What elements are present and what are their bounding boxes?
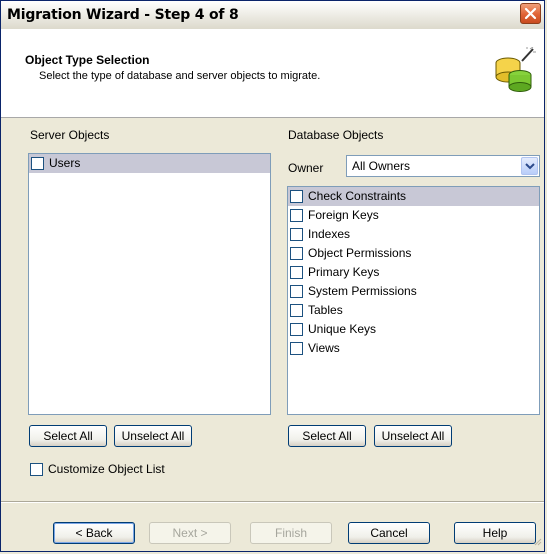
list-item-indexes[interactable]: Indexes bbox=[288, 225, 539, 244]
list-item-object-permissions[interactable]: Object Permissions bbox=[288, 244, 539, 263]
indexes-checkbox[interactable] bbox=[290, 228, 303, 241]
footer-divider bbox=[1, 501, 544, 503]
list-item-label: Object Permissions bbox=[308, 246, 412, 260]
database-objects-label: Database Objects bbox=[288, 128, 384, 142]
list-item-label: Primary Keys bbox=[308, 265, 380, 279]
unique-keys-checkbox[interactable] bbox=[290, 323, 303, 336]
server-select-all-button[interactable]: Select All bbox=[29, 425, 107, 447]
back-button[interactable]: < Back bbox=[53, 522, 135, 544]
database-unselect-all-button[interactable]: Unselect All bbox=[374, 425, 452, 447]
list-item-label: Check Constraints bbox=[308, 189, 407, 203]
header-title: Object Type Selection bbox=[25, 53, 150, 67]
customize-object-list-label[interactable]: Customize Object List bbox=[48, 462, 165, 476]
primary-keys-checkbox[interactable] bbox=[290, 266, 303, 279]
window-title: Migration Wizard - Step 4 of 8 bbox=[7, 7, 239, 23]
owner-select-value: All Owners bbox=[352, 159, 411, 173]
list-item-label: Tables bbox=[308, 303, 343, 317]
database-objects-list[interactable]: Check Constraints Foreign Keys Indexes O… bbox=[287, 186, 540, 415]
system-permissions-checkbox[interactable] bbox=[290, 285, 303, 298]
list-item-system-permissions[interactable]: System Permissions bbox=[288, 282, 539, 301]
owner-label: Owner bbox=[288, 161, 324, 175]
database-wand-icon bbox=[492, 46, 536, 96]
database-select-all-button[interactable]: Select All bbox=[288, 425, 366, 447]
check-constraints-checkbox[interactable] bbox=[290, 190, 303, 203]
list-item-check-constraints[interactable]: Check Constraints bbox=[288, 187, 539, 206]
finish-button[interactable]: Finish bbox=[250, 522, 332, 544]
list-item-primary-keys[interactable]: Primary Keys bbox=[288, 263, 539, 282]
list-item-tables[interactable]: Tables bbox=[288, 301, 539, 320]
list-item-views[interactable]: Views bbox=[288, 339, 539, 358]
customize-object-list-checkbox[interactable] bbox=[30, 463, 43, 476]
close-button[interactable] bbox=[520, 3, 541, 24]
server-unselect-all-button[interactable]: Unselect All bbox=[114, 425, 192, 447]
list-item-foreign-keys[interactable]: Foreign Keys bbox=[288, 206, 539, 225]
owner-select[interactable]: All Owners bbox=[346, 155, 540, 177]
foreign-keys-checkbox[interactable] bbox=[290, 209, 303, 222]
server-objects-list[interactable]: Users bbox=[28, 153, 271, 415]
list-item-unique-keys[interactable]: Unique Keys bbox=[288, 320, 539, 339]
migration-wizard-window: Migration Wizard - Step 4 of 8 Object Ty… bbox=[0, 0, 545, 552]
list-item-users[interactable]: Users bbox=[29, 154, 270, 173]
list-item-label: System Permissions bbox=[308, 284, 417, 298]
list-item-label: Users bbox=[49, 156, 81, 170]
title-bar[interactable]: Migration Wizard - Step 4 of 8 bbox=[1, 1, 544, 30]
tables-checkbox[interactable] bbox=[290, 304, 303, 317]
resize-grip-icon[interactable] bbox=[532, 535, 542, 549]
list-item-label: Unique Keys bbox=[308, 322, 377, 336]
views-checkbox[interactable] bbox=[290, 342, 303, 355]
wizard-header: Object Type Selection Select the type of… bbox=[1, 29, 544, 118]
cancel-button[interactable]: Cancel bbox=[348, 522, 430, 544]
list-item-label: Indexes bbox=[308, 227, 351, 241]
next-button[interactable]: Next > bbox=[149, 522, 231, 544]
list-item-label: Foreign Keys bbox=[308, 208, 379, 222]
header-subtitle: Select the type of database and server o… bbox=[39, 70, 321, 82]
list-item-label: Views bbox=[308, 341, 340, 355]
object-permissions-checkbox[interactable] bbox=[290, 247, 303, 260]
help-button[interactable]: Help bbox=[454, 522, 536, 544]
users-checkbox[interactable] bbox=[31, 157, 44, 170]
server-objects-label: Server Objects bbox=[30, 128, 110, 142]
dropdown-button[interactable] bbox=[521, 157, 538, 175]
